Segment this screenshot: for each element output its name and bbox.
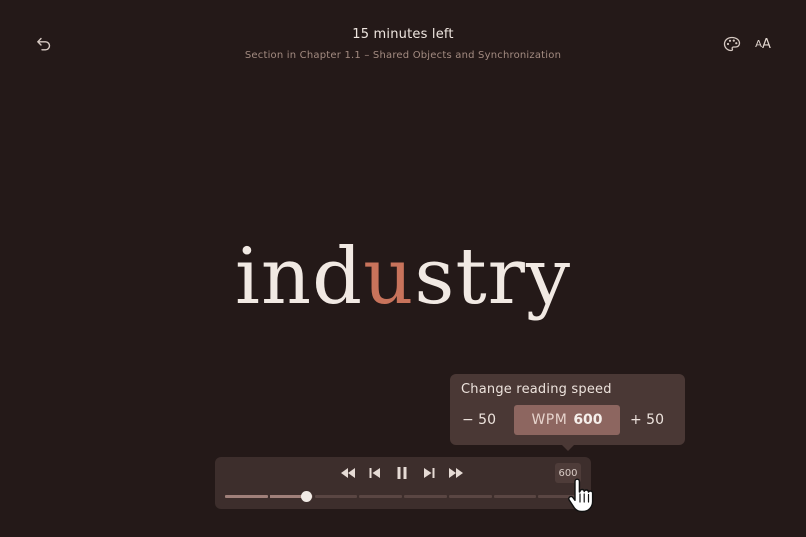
progress-segment xyxy=(404,495,447,498)
progress-segment xyxy=(448,495,492,498)
section-title: Section in Chapter 1.1 – Shared Objects … xyxy=(244,50,562,61)
progress-segment xyxy=(538,495,581,498)
font-size-large-glyph: A xyxy=(761,36,771,52)
time-left-label: 15 minutes left xyxy=(352,27,454,42)
decrease-speed-button[interactable]: − 50 xyxy=(462,412,496,428)
progress-segment xyxy=(314,495,358,498)
word-prefix: ind xyxy=(234,232,364,322)
wpm-display: WPM 600 xyxy=(514,405,620,435)
word-focus-letter: u xyxy=(363,232,415,322)
step-back-icon xyxy=(369,468,380,478)
fast-forward-icon xyxy=(449,468,463,478)
playback-bar: 600 xyxy=(215,457,591,509)
palette-icon xyxy=(723,36,741,52)
rewind-button[interactable] xyxy=(338,465,358,481)
theme-button[interactable] xyxy=(720,33,744,55)
current-word: industry xyxy=(0,222,806,332)
progress-track[interactable] xyxy=(225,491,581,502)
step-back-button[interactable] xyxy=(365,465,385,481)
font-size-small-glyph: A xyxy=(755,38,762,50)
wpm-value: 600 xyxy=(573,412,603,428)
wpm-label: WPM xyxy=(531,412,568,428)
fast-forward-button[interactable] xyxy=(446,465,466,481)
rewind-icon xyxy=(341,468,355,478)
word-suffix: stry xyxy=(414,232,572,322)
increase-speed-button[interactable]: + 50 xyxy=(630,412,664,428)
font-size-button[interactable]: AA xyxy=(750,33,776,55)
speed-popup-title: Change reading speed xyxy=(461,382,612,397)
progress-handle[interactable] xyxy=(301,491,313,502)
step-forward-icon xyxy=(424,468,435,478)
chapter-header: 15 minutes left Section in Chapter 1.1 –… xyxy=(0,27,806,61)
progress-segment xyxy=(359,495,402,498)
speed-chip[interactable]: 600 xyxy=(555,463,581,483)
pause-button[interactable] xyxy=(392,465,412,481)
progress-segment xyxy=(493,495,537,498)
pause-icon xyxy=(397,467,407,479)
progress-segment xyxy=(225,495,268,498)
step-forward-button[interactable] xyxy=(419,465,439,481)
reading-speed-popup: Change reading speed − 50 WPM 600 + 50 xyxy=(450,374,685,451)
